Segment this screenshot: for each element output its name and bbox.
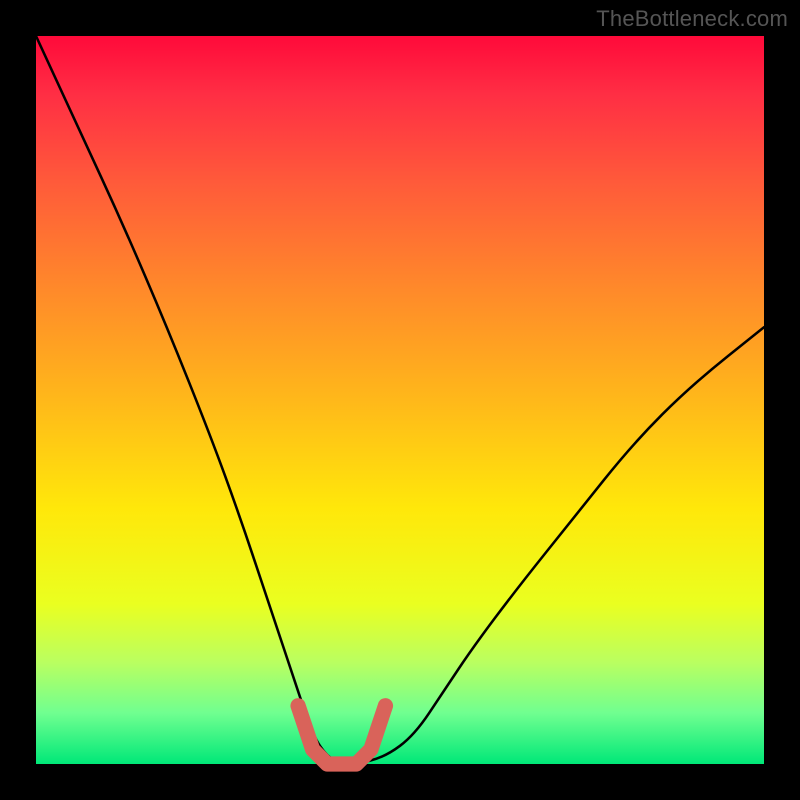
chart-frame: TheBottleneck.com — [0, 0, 800, 800]
bottleneck-curve — [36, 36, 764, 764]
flat-marker — [298, 706, 385, 764]
plot-area — [36, 36, 764, 764]
watermark-text: TheBottleneck.com — [596, 6, 788, 32]
curve-layer — [36, 36, 764, 764]
